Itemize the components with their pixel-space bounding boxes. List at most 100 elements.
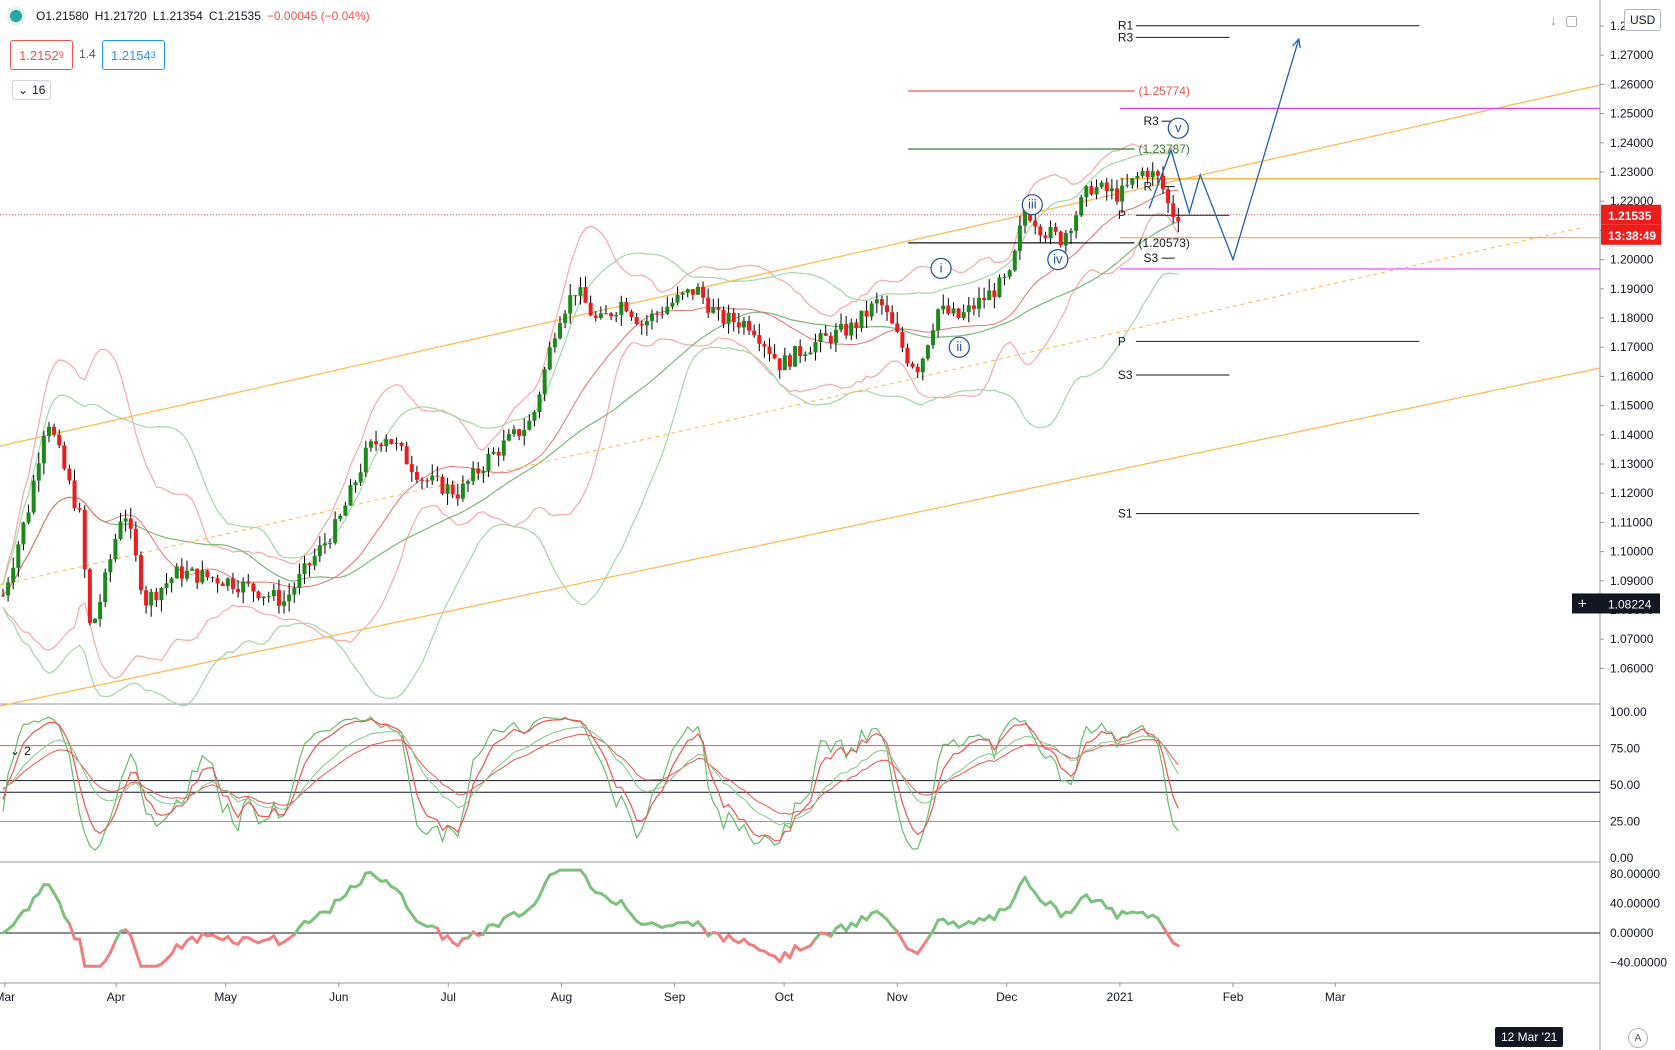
candle-body (874, 299, 879, 304)
candle-body (813, 341, 818, 353)
candle-body (46, 426, 51, 436)
price-tick-label: 1.19000 (1610, 282, 1654, 296)
candle-body (854, 322, 859, 329)
candle-body (593, 315, 598, 319)
candle-body (118, 521, 123, 539)
fib-level-label: (1.20573) (1139, 236, 1190, 250)
candle-body (292, 588, 297, 595)
candle-body (982, 297, 987, 300)
candle-body (394, 442, 399, 444)
indicator-count: 16 (32, 83, 46, 97)
candle-body (1, 595, 5, 597)
candle-body (455, 494, 460, 499)
candle-body (532, 412, 537, 421)
candle-body (644, 320, 649, 326)
wave-label: v (1175, 120, 1182, 135)
auto-scale-button[interactable]: A (1628, 1028, 1648, 1048)
oscillator-collapse-button[interactable]: ⌄ 2 (5, 742, 36, 760)
sell-price: 1.2152 (19, 47, 59, 63)
candle-body (767, 346, 772, 354)
candle-body (798, 345, 803, 356)
candle-body (961, 312, 966, 319)
candle-body (634, 316, 639, 325)
stoch-tick-label: 0.00 (1610, 851, 1634, 865)
osc-segment (57, 900, 66, 918)
candle-body (859, 310, 864, 329)
candle-body (537, 394, 542, 413)
osc-segment (359, 871, 368, 886)
candle-body (609, 313, 614, 317)
chevron-down-icon: ⌄ (10, 744, 21, 758)
low-value: L1.21354 (152, 9, 203, 23)
candle-body (333, 519, 338, 543)
candle-body (624, 301, 629, 312)
moving-average-green (2, 221, 1179, 596)
indicators-collapse-button[interactable]: ⌄ 16 (12, 80, 52, 100)
stoch-tick-label: 75.00 (1610, 742, 1640, 756)
candle-body (460, 483, 465, 499)
candle-body (787, 355, 792, 367)
trading-chart[interactable]: (1.25774)(1.23787)(1.20573)R1R3R3RPS3PS3… (0, 0, 1675, 1050)
candle-body (113, 538, 118, 560)
candle-body (695, 286, 700, 295)
candle-body (1012, 250, 1017, 271)
candle-body (552, 338, 557, 348)
maximize-icon[interactable]: ▢ (1565, 12, 1578, 29)
candle-body (215, 578, 220, 584)
candle-body (430, 475, 435, 481)
candle-body (261, 596, 266, 599)
osc-segment (343, 884, 352, 898)
candle-body (266, 596, 271, 598)
arrow-down-icon[interactable]: ↓ (1550, 12, 1557, 29)
channel-median-line (0, 227, 1581, 586)
candle-body (200, 570, 205, 583)
candle-body (885, 305, 890, 313)
price-tick-label: 1.25000 (1610, 107, 1654, 121)
candle-body (174, 566, 179, 579)
candle-body (864, 310, 869, 317)
candle-body (271, 590, 276, 597)
candle-body (414, 471, 419, 480)
osc-segment (1008, 895, 1017, 909)
candle-body (1166, 189, 1171, 204)
pivot-level-label: S1 (1118, 507, 1133, 521)
candle-body (992, 290, 997, 298)
candle-body (98, 601, 103, 620)
candle-body (358, 472, 363, 483)
candle-body (297, 574, 302, 589)
candle-body (946, 305, 951, 314)
osc-segment (272, 934, 281, 947)
osc-segment (134, 949, 143, 968)
candle-body (685, 289, 690, 293)
candle-body (420, 479, 425, 481)
buy-button[interactable]: 1.2154 3 (102, 40, 165, 70)
candle-body (149, 591, 154, 606)
candle-body (690, 289, 695, 295)
price-tick-label: 1.06000 (1610, 661, 1654, 675)
candle-body (711, 307, 716, 313)
last-price-text: 1.21535 (1608, 209, 1652, 223)
candle-body (164, 583, 169, 588)
stoch-tick-label: 50.00 (1610, 778, 1640, 792)
wave-label: i (940, 260, 943, 275)
candle-body (256, 591, 261, 599)
candle-body (568, 295, 573, 314)
stoch-k-line (2, 716, 1179, 851)
sell-button[interactable]: 1.2152 9 (10, 40, 73, 70)
candle-body (731, 312, 736, 323)
candle-body (614, 314, 619, 317)
currency-button[interactable]: USD (1624, 9, 1662, 31)
candle-body (1109, 188, 1114, 192)
candle-body (910, 363, 915, 367)
crosshair-price-text: 1.08224 (1608, 597, 1652, 611)
candle-body (21, 522, 26, 545)
candle-body (772, 353, 777, 359)
candle-body (680, 292, 685, 295)
fib-level-label: (1.23787) (1139, 142, 1190, 156)
candle-body (833, 329, 838, 343)
osc-tick-label: 40.00000 (1610, 896, 1660, 910)
candle-body (435, 475, 440, 477)
candle-body (317, 545, 322, 557)
candle-body (818, 333, 823, 342)
countdown-text: 13:38:49 (1608, 229, 1656, 243)
